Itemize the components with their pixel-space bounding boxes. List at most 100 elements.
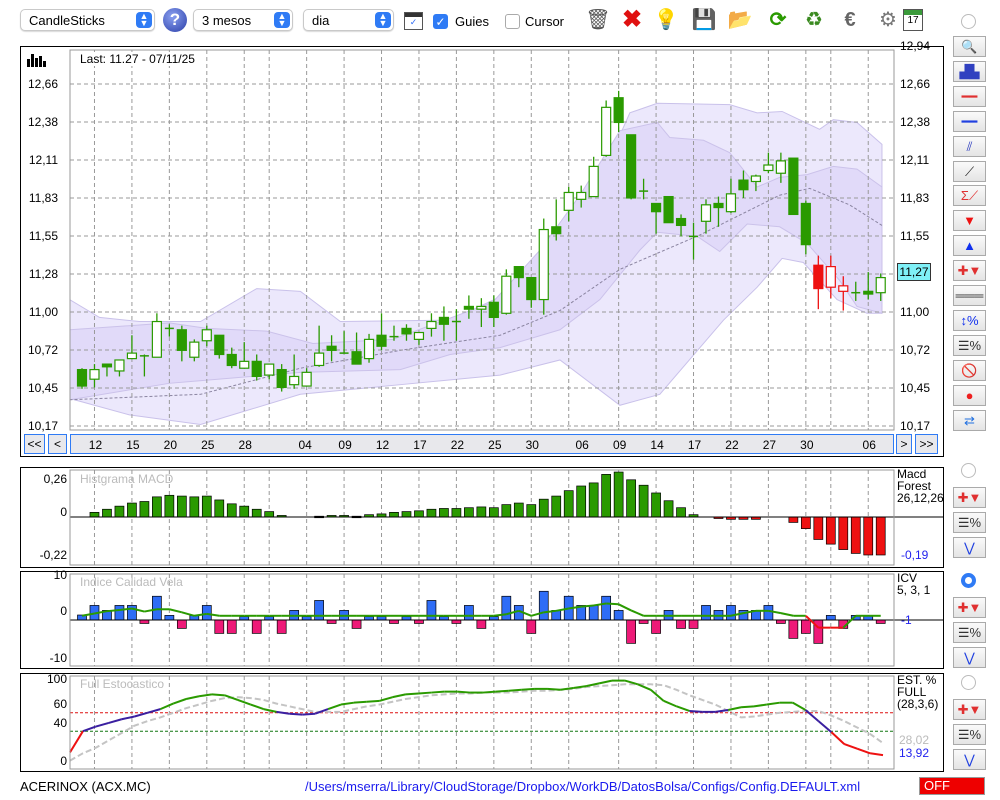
signals-icon: ✚▼ bbox=[957, 263, 982, 279]
macd-bar bbox=[813, 516, 824, 540]
dashed-lines-tool-button[interactable]: ═══ bbox=[953, 285, 986, 306]
price-axis-label-right: 10,45 bbox=[900, 381, 931, 395]
stoch-k-line bbox=[211, 693, 225, 697]
stoch-k-line bbox=[289, 712, 303, 716]
icv-curve-button[interactable]: ⋁ bbox=[953, 647, 986, 668]
refresh-tool-button[interactable]: ⇄ bbox=[953, 409, 986, 431]
candle-body bbox=[713, 202, 724, 209]
icv-bar bbox=[763, 605, 774, 621]
signals-tool-button[interactable]: ✚▼ bbox=[953, 260, 986, 282]
record-icon: ● bbox=[965, 387, 974, 403]
stoch-k-line bbox=[431, 690, 445, 694]
price-axis-label-left: 10,45 bbox=[27, 381, 58, 395]
stoch-k-line bbox=[753, 703, 767, 708]
price-axis-label-right: 10,72 bbox=[900, 343, 931, 357]
percent-lines-tool-button[interactable]: ☰% bbox=[953, 334, 986, 356]
stoch-k-line bbox=[69, 730, 84, 753]
date-axis-label: 28 bbox=[238, 438, 252, 452]
icv-signal-line bbox=[618, 603, 632, 612]
macd-bar bbox=[850, 516, 861, 554]
percent-lines-icon: ☰% bbox=[957, 515, 982, 530]
zoom-tool-button[interactable]: 🔍 bbox=[953, 36, 986, 57]
candle-body bbox=[675, 217, 687, 227]
stoch-axis-label: 60 bbox=[53, 697, 67, 711]
icv-axis-label: 0 bbox=[60, 604, 67, 618]
config-path-link[interactable]: /Users/mserra/Library/CloudStorage/Dropb… bbox=[305, 779, 860, 794]
stoch-panel-radio[interactable] bbox=[961, 675, 976, 690]
price-axis-label-left: 11,00 bbox=[28, 305, 58, 319]
macd-percent-lines-button[interactable]: ☰% bbox=[953, 512, 986, 533]
icv-panel-radio[interactable] bbox=[961, 573, 976, 588]
stoch-axis-label: 40 bbox=[53, 716, 67, 730]
candle bbox=[613, 90, 624, 133]
stoch-axis-label: 0 bbox=[60, 754, 67, 768]
icv-bar bbox=[688, 619, 699, 629]
nav-first-button[interactable]: << bbox=[24, 434, 45, 454]
signals-icon: ✚▼ bbox=[957, 490, 982, 505]
candle-body bbox=[526, 276, 537, 301]
percent-range-tool-button[interactable]: ↕% bbox=[953, 309, 986, 331]
macd-bar bbox=[401, 511, 412, 518]
candle bbox=[151, 313, 162, 358]
candle-body bbox=[563, 191, 574, 211]
icv-signals-button[interactable]: ✚▼ bbox=[953, 597, 986, 618]
fibonacci-tool-button[interactable]: Σ⟋ bbox=[953, 185, 986, 207]
sell-signal-tool-button[interactable]: ▼ bbox=[953, 210, 986, 232]
date-axis-label: 17 bbox=[413, 438, 427, 452]
sell-signal-icon: ▼ bbox=[963, 213, 976, 229]
chart-overlay-tool-button[interactable]: ▟▙ bbox=[953, 60, 986, 82]
macd-curve-button[interactable]: ⋁ bbox=[953, 537, 986, 558]
horizontal-line-red-tool-button[interactable]: ━━ bbox=[953, 85, 986, 107]
date-axis-label: 14 bbox=[650, 438, 664, 452]
horizontal-line-blue-tool-button[interactable]: ━━ bbox=[953, 110, 986, 132]
candle-body bbox=[413, 331, 425, 340]
dashed-lines-icon: ═══ bbox=[955, 288, 984, 303]
nav-last-button[interactable]: >> bbox=[915, 434, 938, 454]
price-axis-label-left: 12,11 bbox=[28, 153, 58, 167]
macd-bar bbox=[114, 505, 125, 518]
date-axis-label: 12 bbox=[375, 438, 390, 452]
stoch-k-line bbox=[676, 705, 690, 712]
stoch-percent-lines-button[interactable]: ☰% bbox=[953, 724, 986, 745]
macd-bar bbox=[526, 504, 537, 518]
date-axis-label: 15 bbox=[126, 438, 140, 452]
icv-bar bbox=[364, 616, 374, 621]
price-axis-label-left: 11,55 bbox=[28, 229, 58, 243]
macd-bar bbox=[825, 516, 836, 545]
stoch-signals-button[interactable]: ✚▼ bbox=[953, 699, 986, 720]
icv-bar bbox=[476, 619, 487, 629]
candle bbox=[663, 195, 674, 224]
channel-tool-button[interactable]: ⫽ bbox=[953, 135, 986, 157]
icv-percent-lines-button[interactable]: ☰% bbox=[953, 622, 986, 643]
status-off-button[interactable]: OFF bbox=[919, 777, 985, 795]
trend-line-tool-button[interactable]: ⟋ bbox=[953, 160, 986, 182]
no-entry-tool-button[interactable]: 🚫 bbox=[953, 359, 986, 381]
record-tool-button[interactable]: ● bbox=[953, 384, 986, 406]
date-axis-label: 30 bbox=[800, 438, 814, 452]
macd-bar bbox=[239, 505, 250, 518]
candle-body bbox=[301, 371, 312, 387]
nav-next-button[interactable]: > bbox=[896, 434, 912, 454]
stoch-info: EST. % FULL (28,3,6) bbox=[897, 674, 938, 710]
candle-body bbox=[76, 368, 88, 387]
curve-icon: ⋁ bbox=[964, 540, 975, 555]
icv-bar bbox=[414, 619, 424, 624]
candle-body bbox=[114, 359, 125, 372]
date-axis-scrollbar[interactable]: 12 15 20 25 28 04 09 12 17 22 25 30 06 09 14 17 22 27 30 06 bbox=[70, 434, 894, 454]
macd-bar bbox=[414, 510, 424, 518]
macd-bar bbox=[164, 494, 175, 518]
stoch-curve-button[interactable]: ⋁ bbox=[953, 749, 986, 770]
nav-prev-button[interactable]: < bbox=[48, 434, 67, 454]
candle-body bbox=[214, 334, 225, 356]
icv-bar bbox=[214, 619, 225, 634]
macd-panel-radio[interactable] bbox=[961, 463, 976, 478]
candle-body bbox=[538, 228, 549, 301]
icv-bar bbox=[488, 616, 499, 621]
macd-bar bbox=[863, 516, 874, 556]
volume-bars-icon[interactable] bbox=[27, 53, 49, 67]
candle bbox=[588, 156, 599, 198]
buy-signal-tool-button[interactable]: ▲ bbox=[953, 235, 986, 257]
macd-bar bbox=[102, 508, 112, 518]
macd-signals-button[interactable]: ✚▼ bbox=[953, 487, 986, 508]
candle-body bbox=[239, 360, 250, 369]
